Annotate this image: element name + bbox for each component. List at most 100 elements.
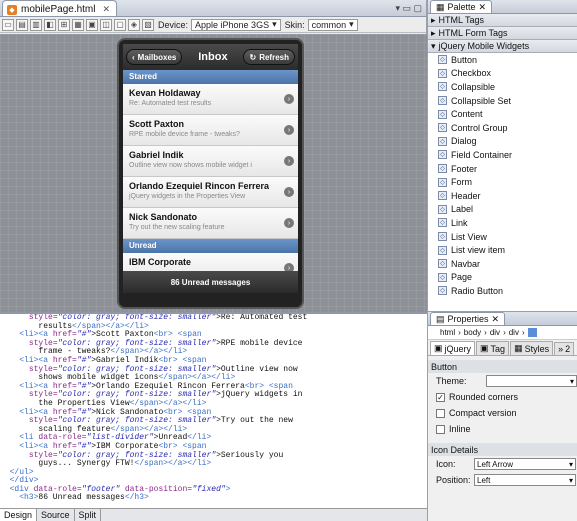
palette-item[interactable]: ◇ Header bbox=[428, 189, 577, 203]
toolbar-btn-6[interactable]: ▦ bbox=[72, 18, 84, 31]
toolbar-btn-5[interactable]: ⊞ bbox=[58, 18, 70, 31]
list-divider-starred: Starred bbox=[123, 70, 298, 84]
widget-icon: ◇ bbox=[438, 55, 447, 65]
rounded-checkbox[interactable]: ✓ bbox=[436, 392, 445, 402]
properties-title: Properties bbox=[447, 314, 489, 324]
toolbar-btn-11[interactable]: ▧ bbox=[142, 18, 154, 31]
toolbar-btn-8[interactable]: ◫ bbox=[100, 18, 112, 31]
list-divider-unread: Unread bbox=[123, 239, 298, 253]
list-item-title: Gabriel Indik bbox=[129, 150, 184, 160]
tab-source[interactable]: Source bbox=[37, 509, 75, 521]
breadcrumb-item[interactable]: div bbox=[490, 328, 500, 337]
theme-select[interactable]: ▾ bbox=[485, 375, 577, 387]
palette-item-label: Header bbox=[451, 190, 481, 201]
category-label: HTML Form Tags bbox=[438, 28, 508, 38]
device-select[interactable]: Apple iPhone 3GS ▾ bbox=[191, 18, 281, 31]
close-icon[interactable]: ✕ bbox=[479, 2, 487, 13]
palette-category-html-form-tags[interactable]: ▸ HTML Form Tags bbox=[428, 27, 577, 40]
section-icon-details: Icon Details bbox=[428, 443, 577, 456]
close-icon[interactable]: ✕ bbox=[492, 314, 500, 325]
tab-jquery[interactable]: ▣ jQuery bbox=[430, 341, 476, 355]
tab-design[interactable]: Design bbox=[0, 509, 38, 521]
palette-item[interactable]: ◇ Footer bbox=[428, 162, 577, 176]
widget-icon: ◇ bbox=[438, 136, 447, 146]
palette-item-label: Link bbox=[451, 217, 468, 228]
list-item[interactable]: Kevan Holdaway Re: Automated test results… bbox=[123, 84, 298, 115]
tab-styles[interactable]: ▦ Styles bbox=[510, 341, 554, 355]
palette-item[interactable]: ◇ Label bbox=[428, 203, 577, 217]
breadcrumb-item[interactable]: html bbox=[440, 328, 455, 337]
chevron-right-icon: › bbox=[284, 263, 294, 271]
palette-item[interactable]: ◇ Radio Button bbox=[428, 284, 577, 298]
widget-icon: ◇ bbox=[438, 259, 447, 269]
palette-item-label: Checkbox bbox=[451, 68, 492, 79]
tab-tag[interactable]: ▣ Tag bbox=[476, 341, 510, 355]
palette-item[interactable]: ◇ Collapsible bbox=[428, 80, 577, 94]
list-item[interactable]: Orlando Ezequiel Rincon Ferrera jQuery wi… bbox=[123, 177, 298, 208]
palette-item[interactable]: ◇ Control Group bbox=[428, 121, 577, 135]
skin-select[interactable]: common ▾ bbox=[307, 18, 358, 31]
skin-value: common bbox=[311, 19, 347, 30]
palette-item[interactable]: ◇ Dialog bbox=[428, 135, 577, 149]
palette-view: ▦ Palette ✕ ▸ HTML Tags ▸ HTML Form Tags ▾ jQ… bbox=[427, 0, 577, 311]
inline-checkbox[interactable] bbox=[436, 424, 445, 434]
list-item[interactable]: Gabriel Indik Outline view now shows mobi… bbox=[123, 146, 298, 177]
close-icon[interactable]: ✕ bbox=[102, 4, 110, 15]
editor-view-controls[interactable]: ▾ ▭ ▢ bbox=[391, 3, 426, 16]
palette-item[interactable]: ◇ Page bbox=[428, 271, 577, 285]
palette-item[interactable]: ◇ Navbar bbox=[428, 257, 577, 271]
device-value: Apple iPhone 3GS bbox=[195, 19, 270, 30]
palette-item[interactable]: ◇ Collapsible Set bbox=[428, 94, 577, 108]
editor-tab[interactable]: ◆ mobilePage.html ✕ bbox=[2, 0, 118, 16]
palette-item[interactable]: ◇ Content bbox=[428, 107, 577, 121]
icon-label: Icon: bbox=[436, 459, 456, 469]
palette-item-label: Control Group bbox=[451, 122, 508, 133]
palette-category-jquery-mobile[interactable]: ▾ jQuery Mobile Widgets bbox=[428, 40, 577, 53]
compact-checkbox[interactable] bbox=[436, 408, 445, 418]
widget-icon: ◇ bbox=[438, 286, 447, 296]
list-item[interactable]: Scott Paxton RPE mobile device frame - tw… bbox=[123, 115, 298, 146]
icon-value: Left Arrow bbox=[477, 459, 514, 469]
chevron-right-icon: › bbox=[503, 328, 506, 337]
palette-tab[interactable]: ▦ Palette ✕ bbox=[430, 0, 493, 13]
editor-mode-tabs: Design Source Split bbox=[0, 508, 427, 521]
palette-item[interactable]: ◇ List View bbox=[428, 230, 577, 244]
list-item[interactable]: Nick Sandonato Try out the new scaling fe… bbox=[123, 208, 298, 239]
drawer-icon: ▾ bbox=[431, 40, 436, 51]
palette-item-label: List View bbox=[451, 231, 487, 242]
toolbar-btn-9[interactable]: ▢ bbox=[114, 18, 126, 31]
chevron-right-icon: › bbox=[484, 328, 487, 337]
position-label: Position: bbox=[436, 475, 471, 485]
toolbar-btn-3[interactable]: ▥ bbox=[30, 18, 42, 31]
icon-select[interactable]: Left Arrow ▾ bbox=[474, 458, 576, 470]
breadcrumb-item[interactable]: div bbox=[509, 328, 519, 337]
palette-item[interactable]: ◇ Button bbox=[428, 53, 577, 67]
mailboxes-back-button[interactable]: ‹ Mailboxes bbox=[126, 49, 183, 65]
list-item-title: Nick Sandonato bbox=[129, 212, 198, 222]
source-line: </ul> bbox=[0, 468, 427, 478]
tab-split[interactable]: Split bbox=[75, 509, 102, 521]
breadcrumb-item[interactable]: body bbox=[464, 328, 481, 337]
palette-category-html-tags[interactable]: ▸ HTML Tags bbox=[428, 14, 577, 27]
source-editor[interactable]: style="color: gray; font-size: smaller">… bbox=[0, 312, 427, 508]
palette-item[interactable]: ◇ Form bbox=[428, 175, 577, 189]
palette-items: ◇ Button ◇ Checkbox ◇ Collapsible ◇ Collapsible… bbox=[428, 53, 577, 298]
toolbar-btn-7[interactable]: ▣ bbox=[86, 18, 98, 31]
toolbar-btn-4[interactable]: ◧ bbox=[44, 18, 56, 31]
properties-tab[interactable]: ▤ Properties ✕ bbox=[430, 312, 506, 325]
toolbar-btn-2[interactable]: ▤ bbox=[16, 18, 28, 31]
source-token: 86 Unread messages bbox=[38, 493, 125, 503]
tab-overflow[interactable]: » 2 bbox=[554, 342, 575, 355]
position-select[interactable]: Left ▾ bbox=[474, 474, 576, 486]
palette-item[interactable]: ◇ Checkbox bbox=[428, 67, 577, 81]
toolbar-btn-1[interactable]: ▭ bbox=[2, 18, 14, 31]
palette-item[interactable]: ◇ Link bbox=[428, 216, 577, 230]
palette-item[interactable]: ◇ Field Container bbox=[428, 148, 577, 162]
refresh-button[interactable]: ↻ Refresh bbox=[243, 49, 295, 65]
theme-label: Theme: bbox=[436, 376, 467, 386]
palette-item[interactable]: ◇ List view item bbox=[428, 243, 577, 257]
jquery-icon: ▣ bbox=[434, 343, 443, 353]
list-item[interactable]: IBM Corporate › bbox=[123, 253, 298, 271]
toolbar-btn-10[interactable]: ◈ bbox=[128, 18, 140, 31]
source-token: >Re: Automated test bbox=[216, 313, 308, 322]
